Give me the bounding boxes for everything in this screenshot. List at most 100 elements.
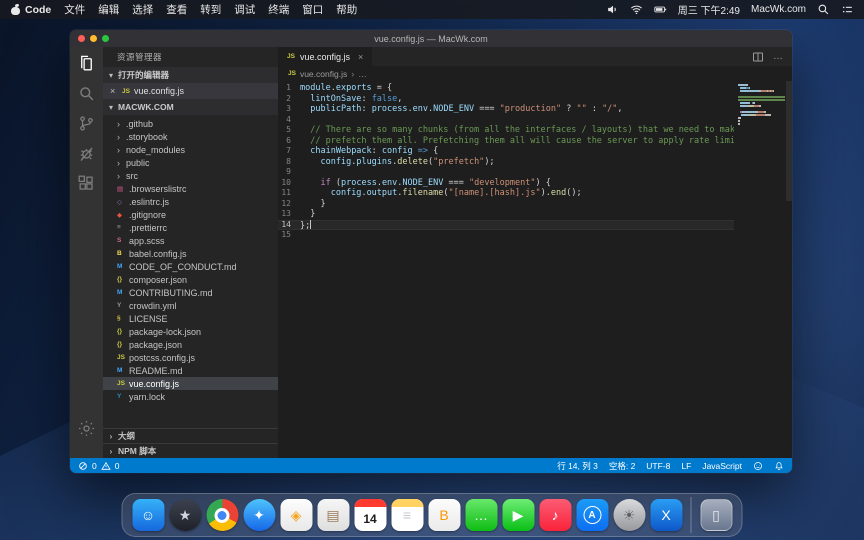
tree-file-package-lock.json[interactable]: {}package-lock.json [103, 325, 278, 338]
language-mode[interactable]: JavaScript [702, 461, 742, 471]
code-line-7[interactable]: 7 chainWebpack: config => { [278, 146, 734, 157]
tree-folder-src[interactable]: ›src [103, 169, 278, 182]
tree-folder-.storybook[interactable]: ›.storybook [103, 130, 278, 143]
dock-item-calendar[interactable]: 14 [353, 498, 388, 533]
dock-item-finder[interactable]: ☺ [131, 498, 166, 533]
breadcrumb-more[interactable]: … [358, 69, 367, 79]
tree-file-app.scss[interactable]: Sapp.scss [103, 234, 278, 247]
menu-item-终端[interactable]: 终端 [268, 2, 289, 17]
outline-section[interactable]: › 大纲 [103, 428, 278, 443]
dock-item-safari[interactable]: ✦ [242, 498, 277, 533]
code-line-15[interactable]: 15 [278, 230, 734, 241]
npm-scripts-section[interactable]: › NPM 脚本 [103, 443, 278, 458]
dock-item-xcode[interactable]: X [649, 498, 684, 533]
code-line-8[interactable]: 8 config.plugins.delete("prefetch"); [278, 157, 734, 168]
encoding[interactable]: UTF-8 [646, 461, 670, 471]
notification-center-icon[interactable] [841, 3, 854, 16]
dock-item-messages[interactable]: … [464, 498, 499, 533]
feedback-smiley-icon[interactable] [753, 461, 763, 471]
dock-item-settings[interactable]: ☀ [612, 498, 647, 533]
tree-file-postcss.config.js[interactable]: JSpostcss.config.js [103, 351, 278, 364]
minimize-window-button[interactable] [90, 35, 97, 42]
project-section-header[interactable]: ▾ MACWK.COM [103, 99, 278, 115]
tree-file-.prettierrc[interactable]: ≡.prettierrc [103, 221, 278, 234]
extensions-icon[interactable] [77, 174, 96, 193]
tree-file-.browserslistrc[interactable]: ▤.browserslistrc [103, 182, 278, 195]
tree-folder-public[interactable]: ›public [103, 156, 278, 169]
dock-item-chrome[interactable] [205, 498, 240, 533]
menu-item-选择[interactable]: 选择 [132, 2, 153, 17]
tree-file-.gitignore[interactable]: ◆.gitignore [103, 208, 278, 221]
explorer-icon[interactable] [77, 54, 96, 73]
close-icon[interactable]: × [110, 86, 118, 96]
code-line-3[interactable]: 3 publicPath: process.env.NODE_ENV === "… [278, 104, 734, 115]
code-editor[interactable]: 1module.exports = {2 lintOnSave: false,3… [278, 81, 792, 458]
tree-folder-node_modules[interactable]: ›node_modules [103, 143, 278, 156]
menu-clock[interactable]: 周三 下午2:49 [678, 2, 740, 17]
dock-item-music[interactable]: ♪ [538, 498, 573, 533]
dock-item-books[interactable]: B [427, 498, 462, 533]
code-line-12[interactable]: 12 } [278, 199, 734, 210]
apple-menu-icon[interactable] [10, 4, 21, 16]
menu-item-编辑[interactable]: 编辑 [98, 2, 119, 17]
dock-item-facetime[interactable]: ▶ [501, 498, 536, 533]
volume-icon[interactable] [606, 3, 619, 16]
open-editor-item[interactable]: × JS vue.config.js [103, 83, 278, 99]
tree-file-babel.config.js[interactable]: Bbabel.config.js [103, 247, 278, 260]
dock-item-launchpad[interactable]: ★ [168, 498, 203, 533]
dock-item-photos[interactable]: ◈ [279, 498, 314, 533]
menu-item-app[interactable]: Code [25, 4, 51, 16]
zoom-window-button[interactable] [102, 35, 109, 42]
source-control-icon[interactable] [77, 114, 96, 133]
dock-item-trash[interactable]: ▯ [699, 498, 734, 533]
menu-item-调试[interactable]: 调试 [234, 2, 255, 17]
window-titlebar[interactable]: vue.config.js — MacWk.com [70, 30, 792, 47]
tree-file-.eslintrc.js[interactable]: ◇.eslintrc.js [103, 195, 278, 208]
scrollbar[interactable] [786, 81, 792, 201]
spotlight-search-icon[interactable] [817, 3, 830, 16]
breadcrumbs[interactable]: JS vue.config.js › … [278, 66, 792, 81]
tree-file-composer.json[interactable]: {}composer.json [103, 273, 278, 286]
open-editors-header[interactable]: ▾ 打开的编辑器 [103, 67, 278, 83]
tree-file-CONTRIBUTING.md[interactable]: MCONTRIBUTING.md [103, 286, 278, 299]
code-line-13[interactable]: 13 } [278, 209, 734, 220]
close-window-button[interactable] [78, 35, 85, 42]
tab-close-icon[interactable]: × [358, 52, 363, 62]
code-line-2[interactable]: 2 lintOnSave: false, [278, 94, 734, 105]
settings-gear-icon[interactable] [77, 419, 96, 438]
code-line-10[interactable]: 10 if (process.env.NODE_ENV === "develop… [278, 178, 734, 189]
wifi-icon[interactable] [630, 3, 643, 16]
code-line-9[interactable]: 9 [278, 167, 734, 178]
tree-file-README.md[interactable]: MREADME.md [103, 364, 278, 377]
code-line-4[interactable]: 4 [278, 115, 734, 126]
indentation[interactable]: 空格: 2 [609, 460, 635, 472]
dock-item-appstore[interactable]: A [575, 498, 610, 533]
eol-sequence[interactable]: LF [681, 461, 691, 471]
debug-icon[interactable] [77, 144, 96, 163]
tree-file-CODE_OF_CONDUCT.md[interactable]: MCODE_OF_CONDUCT.md [103, 260, 278, 273]
code-line-6[interactable]: 6 // prefetch them all. Prefetching them… [278, 136, 734, 147]
battery-icon[interactable] [654, 3, 667, 16]
code-line-14[interactable]: 14}; [278, 220, 734, 231]
cursor-position[interactable]: 行 14, 列 3 [557, 460, 598, 472]
dock-item-notes[interactable]: ≡ [390, 498, 425, 533]
tree-file-yarn.lock[interactable]: Yyarn.lock [103, 390, 278, 403]
tree-file-crowdin.yml[interactable]: Ycrowdin.yml [103, 299, 278, 312]
menu-item-查看[interactable]: 查看 [166, 2, 187, 17]
tree-folder-.github[interactable]: ›.github [103, 117, 278, 130]
dock-item-contacts[interactable]: ▤ [316, 498, 351, 533]
menu-item-帮助[interactable]: 帮助 [336, 2, 357, 17]
problems-indicator[interactable]: 0 0 [78, 461, 119, 471]
breadcrumb-file[interactable]: vue.config.js [300, 69, 347, 79]
code-line-1[interactable]: 1module.exports = { [278, 83, 734, 94]
notifications-bell-icon[interactable] [774, 461, 784, 471]
menu-item-窗口[interactable]: 窗口 [302, 2, 323, 17]
tree-file-LICENSE[interactable]: §LICENSE [103, 312, 278, 325]
menu-item-转到[interactable]: 转到 [200, 2, 221, 17]
code-line-11[interactable]: 11 config.output.filename("[name].[hash]… [278, 188, 734, 199]
minimap[interactable] [738, 84, 782, 129]
split-editor-icon[interactable] [752, 51, 764, 63]
tab-vue-config-js[interactable]: JS vue.config.js × [278, 47, 372, 66]
tree-file-package.json[interactable]: {}package.json [103, 338, 278, 351]
tree-file-vue.config.js[interactable]: JSvue.config.js [103, 377, 278, 390]
